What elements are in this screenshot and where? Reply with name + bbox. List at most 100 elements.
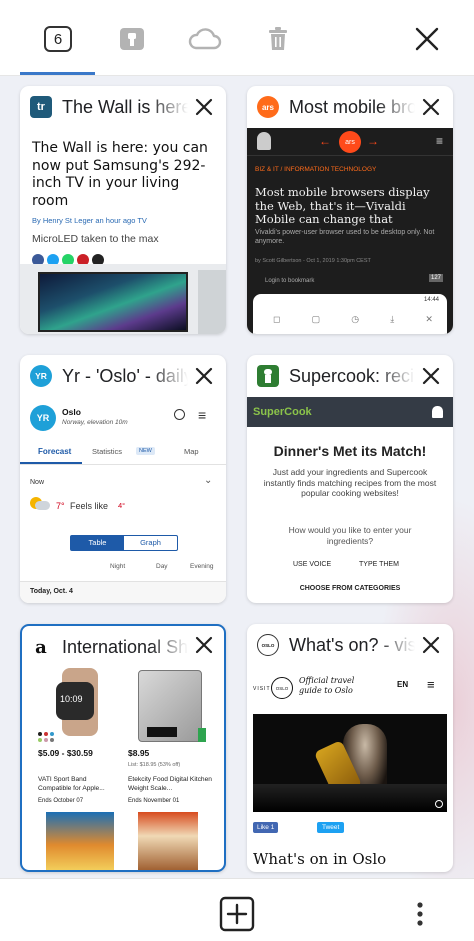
ars-page: ← ars → ≡ BIZ & IT / INFORMATION TECHNOL… [247,128,453,334]
synced-tabs-button[interactable] [185,19,225,59]
tab-card-visitoslo[interactable]: OSLO What's on? - visitoslo.com VISIT OS… [247,624,453,872]
favicon-icon: tr [30,96,52,118]
menu-icon: ≡ [435,134,443,148]
tab-card-techradar[interactable]: tr The Wall is here: you can now put Sam… [20,86,226,334]
choose-categories-button[interactable]: CHOOSE FROM CATEGORIES [247,585,453,592]
tweet-button[interactable]: Tweet [317,822,345,833]
article-image [20,264,226,334]
tab-thumbnail: SuperCook Dinner's Met its Match! Just a… [247,397,453,603]
tab-card-header: Supercook: recipe search by ingredients [247,355,453,397]
tab-statistics[interactable]: Statistics [92,447,122,456]
tabs-icon: ▢ [311,314,321,324]
date-label: Today, Oct. 4 [30,588,73,595]
now-label: Now [30,479,45,486]
close-icon [415,27,439,51]
temperature: 7° [56,501,65,511]
graph-toggle[interactable]: Graph [124,536,177,550]
tab-count-badge: 6 [44,26,72,52]
oslo-logo: OSLO [271,677,293,699]
tab-title: Yr - 'Oslo' - daily forecast [62,365,188,386]
ars-logo: ars [339,131,361,153]
new-badge: NEW [136,447,155,455]
tab-title: International Shopping [62,636,188,657]
tab-map[interactable]: Map [184,447,199,456]
yr-place: Oslo [62,407,81,417]
tab-card-arstechnica[interactable]: ars Most mobile browsers display the Web… [247,86,453,334]
badge [198,728,206,742]
language-selector[interactable]: EN [397,680,408,689]
watch-band-image: 10:09 [48,668,112,736]
supercook-heading: Dinner's Met its Match! [273,443,427,459]
close-tab-icon[interactable] [421,366,441,386]
supercook-body: Just add your ingredients and Supercook … [263,467,437,498]
close-tab-switcher-button[interactable] [407,19,447,59]
ars-section: BIZ & IT / INFORMATION TECHNOLOGY [255,166,377,173]
copyright-icon [435,800,443,808]
more-options-button[interactable] [405,897,435,931]
top-toolbar: 6 [0,0,474,76]
tab-card-supercook[interactable]: Supercook: recipe search by ingredients … [247,355,453,603]
close-tab-icon[interactable] [421,635,441,655]
tab-forecast[interactable]: Forecast [38,447,71,456]
tab-card-header: tr The Wall is here: you can now put Sam… [20,86,226,128]
ars-header: ← ars → ≡ [247,128,453,156]
close-tab-icon[interactable] [421,97,441,117]
tab-card-amazon[interactable]: a International Shopping 10:09 $5.09 - $… [20,624,226,872]
product2-name[interactable]: Etekcity Food Digital Kitchen Weight Sca… [128,776,220,793]
ars-login: Login to bookmark [265,278,315,284]
tab-thumbnail: YR Oslo Norway, elevation 10m ≡ Forecast… [20,397,226,603]
product1-ends: Ends October 07 [38,798,84,804]
user-icon[interactable] [432,406,443,418]
chevron-down-icon[interactable]: ⌄ [204,475,212,486]
open-tabs-button[interactable]: 6 [38,19,78,59]
feels-like-label: Feels like [70,501,109,511]
download-icon: ⤓ [390,314,395,324]
close-tab-icon[interactable] [194,635,214,655]
color-swatches [38,732,58,742]
facebook-like-button[interactable]: Like 1 [253,822,279,833]
article-subhead: MicroLED taken to the max [32,233,159,245]
product1-name[interactable]: VATI Sport Band Compatible for Apple... [38,776,120,793]
type-them-button[interactable]: TYPE THEM [359,561,399,568]
magazine-image-2 [138,812,198,870]
favicon-icon: OSLO [257,634,279,656]
article-byline: By Henry St Leger an hour ago TV [32,216,147,225]
bottom-toolbar [0,878,474,941]
tab-card-header: OSLO What's on? - visitoslo.com [247,624,453,666]
date-row: Today, Oct. 4 [20,581,226,603]
use-voice-button[interactable]: USE VOICE [293,561,331,568]
tab-thumbnail: ← ars → ≡ BIZ & IT / INFORMATION TECHNOL… [247,128,453,334]
concert-photo [253,714,447,812]
product2-ends: Ends November 01 [128,798,180,804]
menu-icon[interactable]: ≡ [427,677,435,692]
close-tab-icon[interactable] [194,366,214,386]
close-tab-icon[interactable] [194,97,214,117]
view-toggle: Table Graph [70,535,178,551]
history-icon: ◷ [351,314,360,324]
private-tabs-button[interactable] [112,19,152,59]
embedded-phone: 14:44 ◻ ▢ ◷ ⤓ ✕ [253,294,447,334]
comments-badge: 127 [429,274,444,282]
phone-status-time: 14:44 [423,297,439,303]
tab-title: The Wall is here: you can now put Samsun… [62,96,188,117]
visit-label: VISIT [253,686,271,692]
tab-card-yr[interactable]: YR Yr - 'Oslo' - daily forecast YR Oslo … [20,355,226,603]
tab-thumbnail: VISIT OSLO Official travel guide to Oslo… [247,666,453,872]
private-tab-icon [120,28,144,50]
search-icon[interactable] [174,409,185,420]
favicon-icon: YR [30,365,52,387]
user-icon [257,132,271,150]
arrow-right-icon: → [367,134,379,148]
supercook-logo: SuperCook [253,406,312,418]
tab-card-header: YR Yr - 'Oslo' - daily forecast [20,355,226,397]
table-toggle[interactable]: Table [71,536,124,550]
menu-icon[interactable]: ≡ [198,407,206,423]
new-tab-button[interactable] [218,895,256,933]
closed-tabs-button[interactable] [258,19,298,59]
supercook-question: How would you like to enter your ingredi… [288,525,412,546]
favicon-icon: ars [257,96,279,118]
bookmark-icon: ◻ [273,314,281,324]
tab-grid: tr The Wall is here: you can now put Sam… [0,76,474,878]
article-headline: The Wall is here: you can now put Samsun… [32,140,208,209]
watch-time: 10:09 [60,694,83,704]
